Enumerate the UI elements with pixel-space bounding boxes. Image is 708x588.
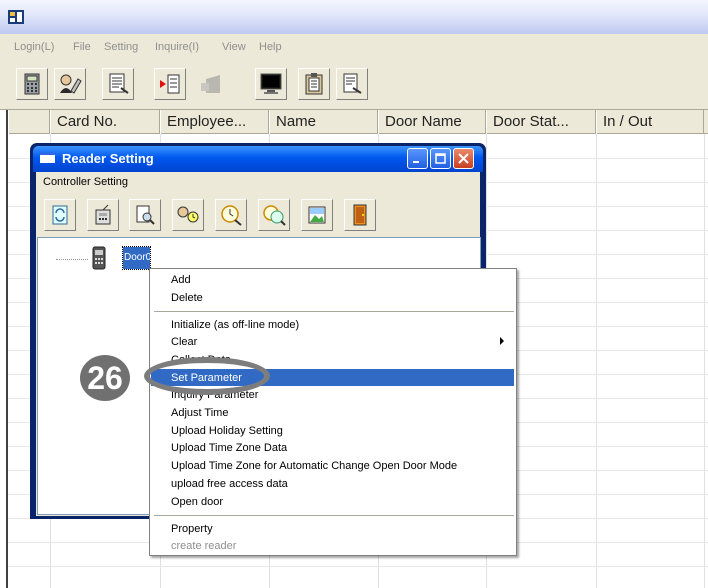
column-name[interactable]: Name: [269, 110, 378, 134]
tree-item-door001[interactable]: Door001: [122, 246, 162, 270]
time-zone-button[interactable]: [258, 199, 290, 231]
export-icon: [160, 74, 180, 94]
column-employee[interactable]: Employee...: [160, 110, 269, 134]
column-door-name[interactable]: Door Name: [378, 110, 486, 134]
door-icon: [353, 204, 367, 226]
grid-divider: [596, 134, 597, 588]
picture-button[interactable]: [301, 199, 333, 231]
window-icon: [40, 152, 55, 163]
picture-icon: [308, 206, 326, 224]
notebook-button[interactable]: [298, 68, 330, 100]
menu-separator: [154, 311, 514, 312]
grid-header: Card No. Employee... Name Door Name Door…: [8, 110, 708, 134]
menu-help[interactable]: Help: [259, 41, 282, 53]
monitor-icon: [260, 73, 282, 94]
user-time-button[interactable]: [172, 199, 204, 231]
menu-inquire[interactable]: Inquire(I): [155, 41, 199, 53]
submenu-arrow-icon: [500, 337, 504, 345]
minimize-icon: [413, 161, 419, 163]
time-search-button[interactable]: [215, 199, 247, 231]
calculator-button[interactable]: [16, 68, 48, 100]
controller-setting-menu[interactable]: Controller Setting: [43, 176, 128, 188]
menu-item-upload-time-zone[interactable]: Upload Time Zone Data: [171, 442, 287, 454]
column-in-out[interactable]: In / Out: [596, 110, 704, 134]
search-reader-button[interactable]: [129, 199, 161, 231]
card-user-button[interactable]: [54, 68, 86, 100]
close-icon: [458, 153, 469, 164]
highlight-ellipse: [144, 357, 270, 395]
refresh-button[interactable]: [44, 199, 76, 231]
step-badge: 26: [80, 355, 130, 401]
column-door-status[interactable]: Door Stat...: [486, 110, 596, 134]
menu-setting[interactable]: Setting: [104, 41, 138, 53]
document-search-button[interactable]: [336, 68, 368, 100]
menu-item-add[interactable]: Add: [171, 274, 191, 286]
grid-header-rowsel: [8, 110, 50, 134]
reader-setting-title: Reader Setting: [62, 151, 154, 166]
document-search-icon: [343, 73, 362, 94]
report-button[interactable]: [102, 68, 134, 100]
card-reader-icon: [92, 246, 106, 270]
menu-login[interactable]: Login(L): [14, 41, 54, 53]
maximize-icon: [435, 153, 446, 164]
column-card-no[interactable]: Card No.: [50, 110, 160, 134]
menu-view[interactable]: View: [222, 41, 246, 53]
main-title-bar: [0, 0, 708, 34]
menu-item-property[interactable]: Property: [171, 523, 213, 535]
export-button[interactable]: [154, 68, 186, 100]
menu-item-upload-time-zone-auto[interactable]: Upload Time Zone for Automatic Change Op…: [171, 460, 457, 472]
menu-item-upload-holiday[interactable]: Upload Holiday Setting: [171, 425, 283, 437]
report-icon: [109, 73, 129, 94]
door-button[interactable]: [344, 199, 376, 231]
tree-connector: [56, 259, 88, 260]
menu-item-delete[interactable]: Delete: [171, 292, 203, 304]
calculator-icon: [24, 73, 40, 95]
user-clock-icon: [177, 206, 199, 223]
notebook-icon: [305, 73, 323, 95]
menu-item-adjust-time[interactable]: Adjust Time: [171, 407, 228, 419]
clock-zone-icon: [263, 205, 286, 226]
close-button[interactable]: [453, 148, 474, 169]
menu-item-open-door[interactable]: Open door: [171, 496, 223, 508]
grid-divider: [704, 134, 705, 588]
app-icon: [8, 10, 24, 24]
menu-separator: [154, 515, 514, 516]
card-user-icon: [60, 74, 82, 94]
door-disabled-button[interactable]: [197, 68, 229, 100]
monitor-button[interactable]: [255, 68, 287, 100]
refresh-icon: [52, 205, 68, 225]
menu-bar: Login(L) File Setting Inquire(I) View He…: [0, 34, 708, 60]
controller-icon: [95, 204, 111, 225]
grid-row-line: [8, 566, 708, 567]
menu-item-clear[interactable]: Clear: [171, 336, 197, 348]
maximize-button[interactable]: [430, 148, 451, 169]
menu-item-upload-free-access[interactable]: upload free access data: [171, 478, 288, 490]
menu-file[interactable]: File: [73, 41, 91, 53]
clock-search-icon: [221, 205, 242, 226]
minimize-button[interactable]: [407, 148, 428, 169]
door-disabled-icon: [201, 75, 220, 93]
menu-item-create-reader: create reader: [171, 540, 237, 552]
controller-button[interactable]: [87, 199, 119, 231]
search-icon: [136, 205, 155, 225]
menu-item-initialize[interactable]: Initialize (as off-line mode): [171, 319, 299, 331]
